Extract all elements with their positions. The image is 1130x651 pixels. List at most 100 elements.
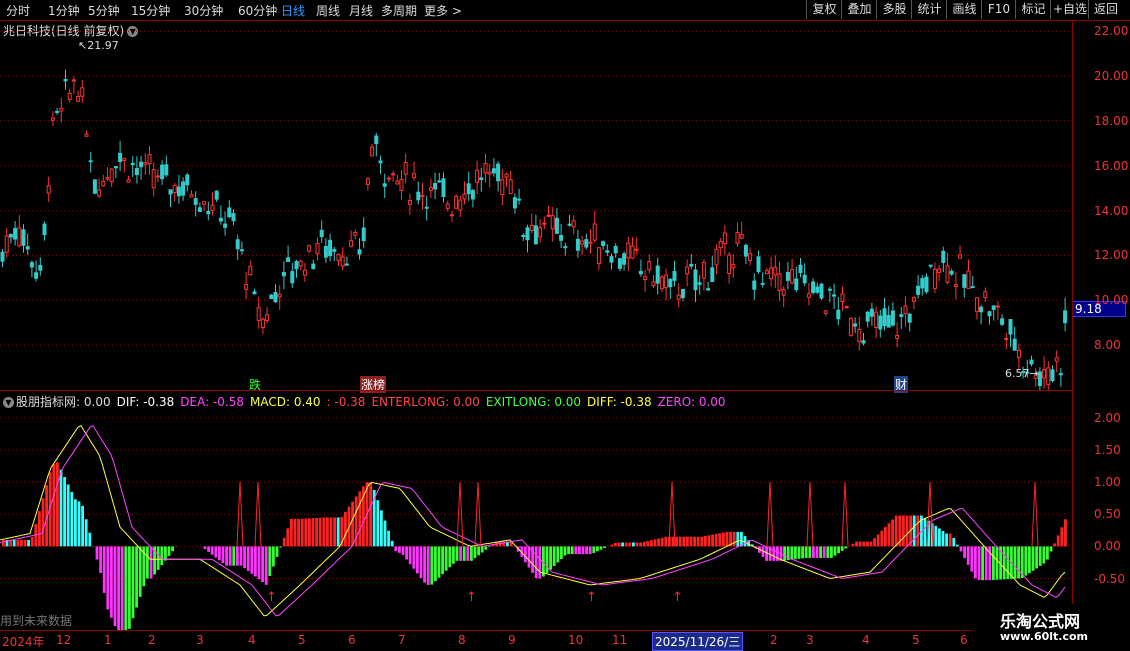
candle [429,178,432,198]
macd-bar [319,518,322,547]
candle [539,219,542,243]
candle [203,201,206,211]
pane-divider[interactable] [0,390,1072,391]
macd-bar [67,484,70,546]
macd-bar [1053,543,1056,546]
toolbar-button-4[interactable]: 画线 [946,0,982,19]
indicator-tick-label: 1.50 [1094,443,1121,457]
macd-bar [117,546,120,630]
macd-bar [805,546,808,558]
macd-bar [974,546,977,578]
candle [119,141,122,171]
candle [753,273,756,300]
macd-bar [132,546,135,618]
candle [812,278,815,295]
candle [883,298,886,330]
price-axis-line [1072,20,1073,630]
candle [749,247,752,265]
candle [744,243,747,263]
buy-arrow-icon: ↑ [466,590,477,605]
macd-bar [56,462,59,546]
candle [593,211,596,243]
candle [257,297,260,329]
candle [194,191,197,216]
macd-bar [463,546,466,560]
macd-bar [31,537,34,546]
candle [711,256,714,282]
candle [849,317,852,337]
indicator-tick-label: -0.50 [1094,572,1125,586]
macd-bar [135,546,138,607]
candle [656,258,659,295]
candle [316,237,319,260]
period-tab-7[interactable]: 周线 [316,2,340,19]
candle [786,262,789,289]
period-tab-4[interactable]: 30分钟 [184,2,223,19]
candle [392,171,395,182]
candle [26,233,29,254]
macd-bar [268,546,271,576]
macd-chart[interactable]: ↑↑↑↑ [0,392,1072,630]
candle [232,209,235,225]
candle [954,272,957,299]
macd-bar [798,546,801,558]
macd-bar [391,541,394,546]
period-tab-8[interactable]: 月线 [349,2,373,19]
candle [207,202,210,221]
toolbar-button-2[interactable]: 多股 [876,0,912,19]
candle [816,282,819,294]
macd-bar [1014,546,1017,578]
period-tab-0[interactable]: 分时 [6,2,30,19]
macd-bar [240,546,243,565]
period-tab-9[interactable]: 多周期 [381,2,417,19]
macd-bar [985,546,988,580]
macd-bar [448,546,451,567]
period-tab-2[interactable]: 5分钟 [88,2,120,19]
toolbar-button-7[interactable]: +自选 [1050,0,1089,19]
month-label: 12 [56,633,71,647]
macd-bar [614,543,617,546]
period-tab-3[interactable]: 15分钟 [131,2,170,19]
candle [698,275,701,295]
period-tab-5[interactable]: 60分钟 [238,2,277,19]
toolbar-button-1[interactable]: 叠加 [841,0,877,19]
macd-bar [646,541,649,546]
candlestick-chart[interactable] [0,20,1072,390]
toolbar-button-3[interactable]: 统计 [911,0,947,19]
macd-bar [315,518,318,546]
candle [799,258,802,277]
macd-bar [952,538,955,546]
period-tab-1[interactable]: 1分钟 [48,2,80,19]
macd-bar [164,546,167,560]
macd-bar [654,539,657,546]
macd-bar [726,532,729,546]
candle [480,168,483,192]
toolbar-button-6[interactable]: 标记 [1015,0,1051,19]
candle [148,146,151,175]
candle [996,301,999,320]
candle [828,287,831,303]
candle [89,152,92,173]
price-tick-label: 8.00 [1094,338,1121,352]
candle [975,298,978,320]
side-panel-strip[interactable] [1122,20,1130,610]
toolbar-button-5[interactable]: F10 [981,0,1016,19]
period-tab-6[interactable]: 日线 [281,2,305,19]
candle [434,173,437,199]
candle [938,265,941,281]
candle [992,306,995,321]
macd-bar [675,537,678,547]
macd-bar [304,519,307,547]
toolbar-button-8[interactable]: 返回 [1088,0,1123,19]
candle [908,313,911,332]
macd-bar [384,521,387,547]
macd-bar [70,492,73,546]
period-tab-10[interactable]: 更多 > [424,2,462,19]
candle [963,274,966,298]
candle [841,287,844,311]
macd-bar [312,518,315,546]
macd-bar [560,546,563,559]
candle [450,211,453,222]
candle [547,206,550,217]
toolbar-button-0[interactable]: 复权 [806,0,842,19]
